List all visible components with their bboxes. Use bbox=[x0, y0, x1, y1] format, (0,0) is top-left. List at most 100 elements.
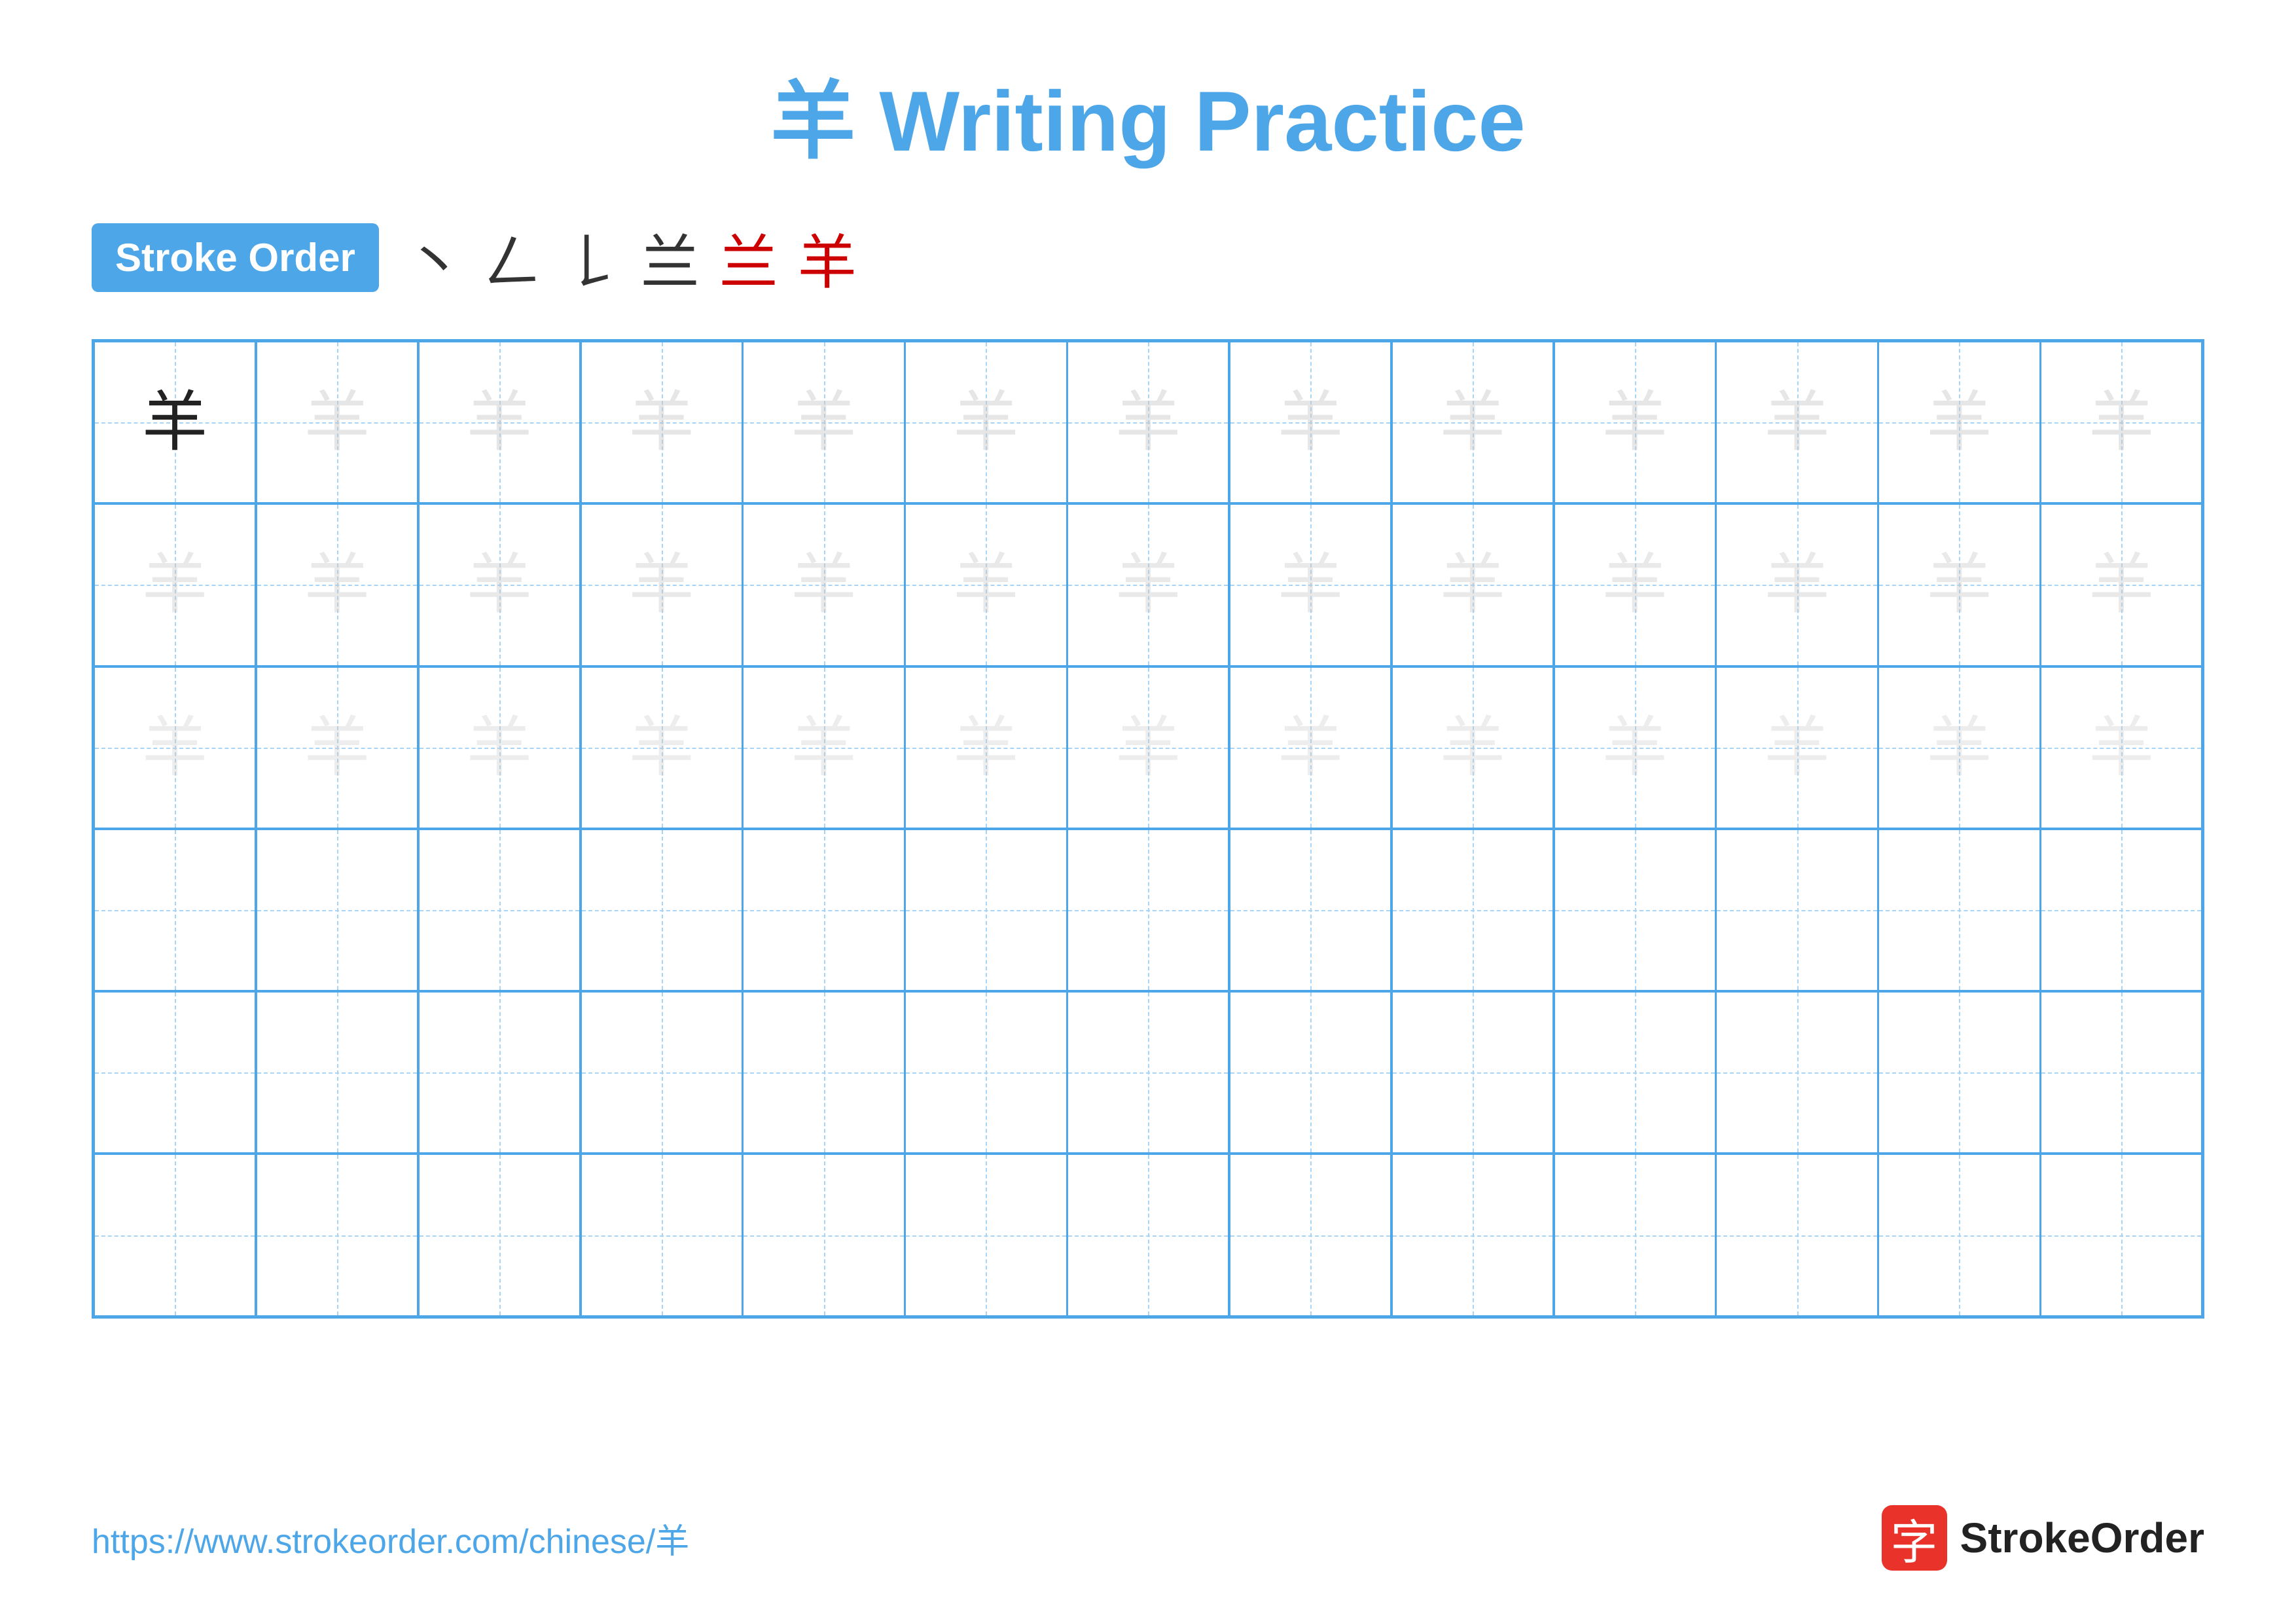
grid-cell[interactable]: 羊 bbox=[1067, 666, 1229, 829]
cell-character: 羊 bbox=[142, 552, 207, 617]
grid-cell[interactable] bbox=[418, 991, 581, 1154]
grid-cell[interactable]: 羊 bbox=[1554, 503, 1716, 666]
grid-cell[interactable]: 羊 bbox=[1391, 341, 1554, 503]
grid-cell[interactable] bbox=[418, 829, 581, 991]
grid-cell[interactable] bbox=[1554, 829, 1716, 991]
grid-cell[interactable] bbox=[742, 1154, 905, 1316]
cell-character: 羊 bbox=[142, 715, 207, 780]
grid-cell[interactable]: 羊 bbox=[905, 503, 1067, 666]
grid-cell[interactable] bbox=[1391, 991, 1554, 1154]
grid-cell[interactable] bbox=[2040, 1154, 2202, 1316]
grid-cell[interactable]: 羊 bbox=[256, 666, 418, 829]
grid-cell[interactable] bbox=[1391, 1154, 1554, 1316]
grid-cell[interactable] bbox=[1715, 991, 1878, 1154]
grid-cell[interactable] bbox=[1554, 991, 1716, 1154]
grid-cell[interactable] bbox=[742, 829, 905, 991]
grid-cell[interactable]: 羊 bbox=[1391, 666, 1554, 829]
grid-cell[interactable] bbox=[1229, 829, 1391, 991]
cell-character: 羊 bbox=[1602, 552, 1668, 617]
cell-character: 羊 bbox=[1440, 552, 1505, 617]
grid-cell[interactable]: 羊 bbox=[94, 503, 256, 666]
footer-logo: 字 StrokeOrder bbox=[1882, 1505, 2204, 1571]
grid-cell[interactable] bbox=[1878, 829, 2040, 991]
grid-cell[interactable]: 羊 bbox=[905, 666, 1067, 829]
grid-cell[interactable] bbox=[1067, 1154, 1229, 1316]
grid-cell[interactable] bbox=[581, 829, 743, 991]
cell-character: 羊 bbox=[791, 715, 857, 780]
grid-cell[interactable]: 羊 bbox=[256, 503, 418, 666]
grid-cell[interactable]: 羊 bbox=[742, 666, 905, 829]
grid-cell[interactable]: 羊 bbox=[1715, 666, 1878, 829]
grid-cell[interactable]: 羊 bbox=[1878, 503, 2040, 666]
cell-character: 羊 bbox=[1765, 715, 1830, 780]
grid-cell[interactable]: 羊 bbox=[418, 503, 581, 666]
grid-cell[interactable]: 羊 bbox=[418, 666, 581, 829]
title-char: 羊 bbox=[770, 73, 855, 169]
grid-cell[interactable]: 羊 bbox=[94, 341, 256, 503]
grid-cell[interactable] bbox=[1715, 829, 1878, 991]
grid-cell[interactable]: 羊 bbox=[256, 341, 418, 503]
grid-cell[interactable]: 羊 bbox=[1067, 503, 1229, 666]
grid-cell[interactable] bbox=[256, 1154, 418, 1316]
cell-character: 羊 bbox=[1440, 390, 1505, 455]
grid-cell[interactable]: 羊 bbox=[1067, 341, 1229, 503]
grid-cell[interactable] bbox=[94, 991, 256, 1154]
grid-cell[interactable]: 羊 bbox=[2040, 341, 2202, 503]
stroke-step-6: 羊 bbox=[798, 215, 857, 300]
grid-cell[interactable]: 羊 bbox=[1554, 341, 1716, 503]
cell-character: 羊 bbox=[467, 390, 532, 455]
grid-cell[interactable]: 羊 bbox=[581, 503, 743, 666]
grid-cell[interactable]: 羊 bbox=[581, 341, 743, 503]
grid-cell[interactable] bbox=[1067, 829, 1229, 991]
cell-character: 羊 bbox=[629, 552, 694, 617]
grid-cell[interactable] bbox=[1878, 991, 2040, 1154]
grid-cell[interactable] bbox=[94, 1154, 256, 1316]
grid-cell[interactable] bbox=[256, 829, 418, 991]
grid-cell[interactable]: 羊 bbox=[581, 666, 743, 829]
grid-cell[interactable] bbox=[905, 829, 1067, 991]
grid-cell[interactable]: 羊 bbox=[1229, 341, 1391, 503]
cell-character: 羊 bbox=[1278, 390, 1343, 455]
cell-character: 羊 bbox=[629, 715, 694, 780]
grid-cell[interactable]: 羊 bbox=[905, 341, 1067, 503]
grid-cell[interactable] bbox=[581, 991, 743, 1154]
grid-cell[interactable] bbox=[1391, 829, 1554, 991]
logo-char: 字 bbox=[1891, 1504, 1938, 1573]
grid-cell[interactable]: 羊 bbox=[742, 503, 905, 666]
grid-cell[interactable] bbox=[2040, 991, 2202, 1154]
grid-cell[interactable] bbox=[1229, 1154, 1391, 1316]
grid-cell[interactable]: 羊 bbox=[2040, 666, 2202, 829]
grid-cell[interactable]: 羊 bbox=[94, 666, 256, 829]
stroke-step-5: 兰 bbox=[719, 215, 778, 300]
stroke-order-section: Stroke Order 丶 𠃋 𠄌 兰 兰 羊 bbox=[92, 215, 2204, 300]
grid-cell[interactable]: 羊 bbox=[1229, 666, 1391, 829]
grid-cell[interactable] bbox=[94, 829, 256, 991]
grid-cell[interactable]: 羊 bbox=[1715, 341, 1878, 503]
grid-cell[interactable]: 羊 bbox=[1554, 666, 1716, 829]
grid-cell[interactable] bbox=[1878, 1154, 2040, 1316]
grid-cell[interactable] bbox=[581, 1154, 743, 1316]
page: 羊 Writing Practice Stroke Order 丶 𠃋 𠄌 兰 … bbox=[0, 0, 2296, 1623]
grid-cell[interactable] bbox=[1067, 991, 1229, 1154]
grid-cell[interactable] bbox=[1554, 1154, 1716, 1316]
grid-cell[interactable]: 羊 bbox=[1878, 341, 2040, 503]
cell-character: 羊 bbox=[1765, 390, 1830, 455]
cell-character: 羊 bbox=[304, 390, 370, 455]
grid-cell[interactable] bbox=[2040, 829, 2202, 991]
grid-cell[interactable] bbox=[905, 991, 1067, 1154]
grid-cell[interactable] bbox=[1715, 1154, 1878, 1316]
grid-cell[interactable]: 羊 bbox=[2040, 503, 2202, 666]
grid-cell[interactable]: 羊 bbox=[418, 341, 581, 503]
cell-character: 羊 bbox=[953, 552, 1018, 617]
grid-cell[interactable]: 羊 bbox=[1391, 503, 1554, 666]
grid-cell[interactable] bbox=[1229, 991, 1391, 1154]
grid-cell[interactable] bbox=[256, 991, 418, 1154]
grid-cell[interactable]: 羊 bbox=[742, 341, 905, 503]
grid-cell[interactable] bbox=[418, 1154, 581, 1316]
grid-cell[interactable]: 羊 bbox=[1229, 503, 1391, 666]
grid-cell[interactable] bbox=[905, 1154, 1067, 1316]
grid-cell[interactable] bbox=[742, 991, 905, 1154]
cell-character: 羊 bbox=[1602, 715, 1668, 780]
grid-cell[interactable]: 羊 bbox=[1715, 503, 1878, 666]
grid-cell[interactable]: 羊 bbox=[1878, 666, 2040, 829]
